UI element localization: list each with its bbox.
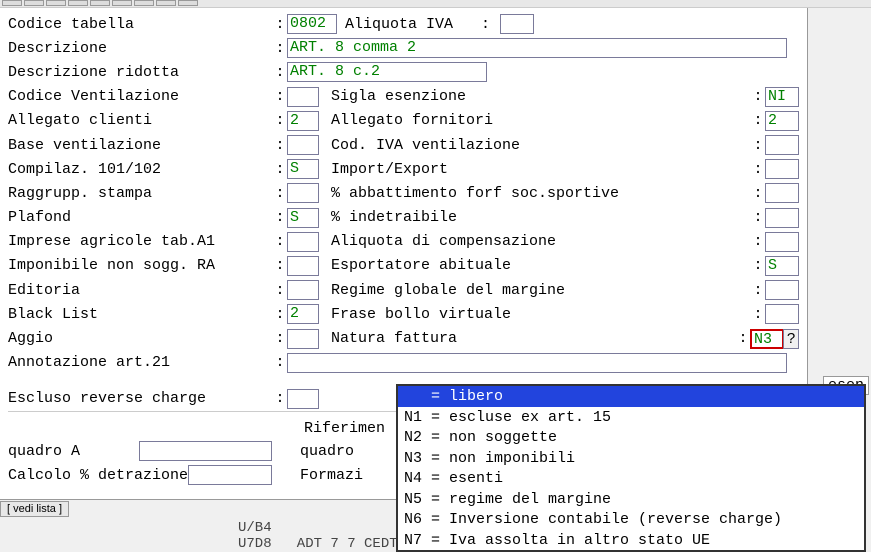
input-imprese-agricole[interactable] [287,232,319,252]
input-frase-bollo[interactable] [765,304,799,324]
toolbar-button[interactable] [2,0,22,6]
label-calcolo-detrazione: Calcolo % detrazione [8,467,188,484]
label-formazi: Formazi [272,467,363,484]
input-imponibile-non-sogg[interactable] [287,256,319,276]
natura-fattura-dropdown[interactable]: = liberoN1 = escluse ex art. 15N2 = non … [396,384,866,552]
dropdown-item[interactable]: N2 = non soggette [398,427,864,448]
label-aggio: Aggio [8,330,273,347]
input-cod-iva-ventilazione[interactable] [765,135,799,155]
label-editoria: Editoria [8,282,273,299]
help-button[interactable]: ? [783,329,799,349]
input-aliquota-compensazione[interactable] [765,232,799,252]
label-annotazione-art21: Annotazione art.21 [8,354,273,371]
input-aggio[interactable] [287,329,319,349]
input-base-ventilazione[interactable] [287,135,319,155]
input-aliquota[interactable] [500,14,534,34]
input-plafond[interactable]: S [287,208,319,228]
dropdown-item[interactable]: N4 = esenti [398,468,864,489]
label-escluso-reverse: Escluso reverse charge [8,390,273,407]
input-editoria[interactable] [287,280,319,300]
toolbar-button[interactable] [90,0,110,6]
toolbar-button[interactable] [178,0,198,6]
input-natura-fattura[interactable]: N3 [750,329,784,349]
toolbar-button[interactable] [46,0,66,6]
dropdown-item[interactable]: N3 = non imponibili [398,448,864,469]
toolbar [0,0,871,8]
label-riferimen: Riferimen [292,420,385,437]
input-quadro-a[interactable] [139,441,272,461]
input-esportatore-abituale[interactable]: S [765,256,799,276]
label-descrizione-ridotta: Descrizione ridotta [8,64,273,81]
label-import-export: Import/Export [319,161,751,178]
toolbar-button[interactable] [68,0,88,6]
toolbar-button[interactable] [134,0,154,6]
label-compilaz: Compilaz. 101/102 [8,161,273,178]
desc-aliquota-iva: Aliquota IVA [337,16,453,33]
input-allegato-clienti[interactable]: 2 [287,111,319,131]
input-black-list[interactable]: 2 [287,304,319,324]
label-allegato-fornitori: Allegato fornitori [319,112,751,129]
label-sigla-esenzione: Sigla esenzione [319,88,751,105]
input-regime-globale[interactable] [765,280,799,300]
dropdown-item[interactable]: N7 = Iva assolta in altro stato UE [398,530,864,551]
dropdown-item[interactable]: N1 = escluse ex art. 15 [398,407,864,428]
label-codice-tabella: Codice tabella [8,16,273,33]
dropdown-item[interactable]: N6 = Inversione contabile (reverse charg… [398,509,864,530]
toolbar-button[interactable] [156,0,176,6]
label-aliquota-compensazione: Aliquota di compensazione [319,233,751,250]
label-natura-fattura: Natura fattura [319,330,736,347]
label-imprese-agricole: Imprese agricole tab.A1 [8,233,273,250]
label-raggrupp-stampa: Raggrupp. stampa [8,185,273,202]
toolbar-button[interactable] [112,0,132,6]
toolbar-button[interactable] [24,0,44,6]
dropdown-item[interactable]: = libero [398,386,864,407]
label-codice-ventilazione: Codice Ventilazione [8,88,273,105]
label-quadro-a: quadro A [8,443,139,460]
dropdown-item[interactable]: N5 = regime del margine [398,489,864,510]
label-regime-globale: Regime globale del margine [319,282,751,299]
input-escluso-reverse[interactable] [287,389,319,409]
label-indetraibile: % indetraibile [319,209,751,226]
input-allegato-fornitori[interactable]: 2 [765,111,799,131]
label-plafond: Plafond [8,209,273,226]
input-abbattimento[interactable] [765,183,799,203]
input-indetraibile[interactable] [765,208,799,228]
label-allegato-clienti: Allegato clienti [8,112,273,129]
label-base-ventilazione: Base ventilazione [8,137,273,154]
input-calcolo-detrazione[interactable] [188,465,272,485]
input-sigla-esenzione[interactable]: NI [765,87,799,107]
input-descrizione[interactable]: ART. 8 comma 2 [287,38,787,58]
input-descrizione-ridotta[interactable]: ART. 8 c.2 [287,62,487,82]
label-imponibile-non-sogg: Imponibile non sogg. RA [8,257,273,274]
label-frase-bollo: Frase bollo virtuale [319,306,751,323]
label-esportatore-abituale: Esportatore abituale [319,257,751,274]
input-annotazione-art21[interactable] [287,353,787,373]
vedi-lista-button[interactable]: [ vedi lista ] [0,501,69,517]
label-black-list: Black List [8,306,273,323]
input-compilaz[interactable]: S [287,159,319,179]
input-import-export[interactable] [765,159,799,179]
label-quadro-b: quadro [272,443,354,460]
label-abbattimento: % abbattimento forf soc.sportive [319,185,751,202]
input-codice-ventilazione[interactable] [287,87,319,107]
label-descrizione: Descrizione [8,40,273,57]
input-raggrupp-stampa[interactable] [287,183,319,203]
label-cod-iva-ventilazione: Cod. IVA ventilazione [319,137,751,154]
input-codice-tabella[interactable]: 0802 [287,14,337,34]
